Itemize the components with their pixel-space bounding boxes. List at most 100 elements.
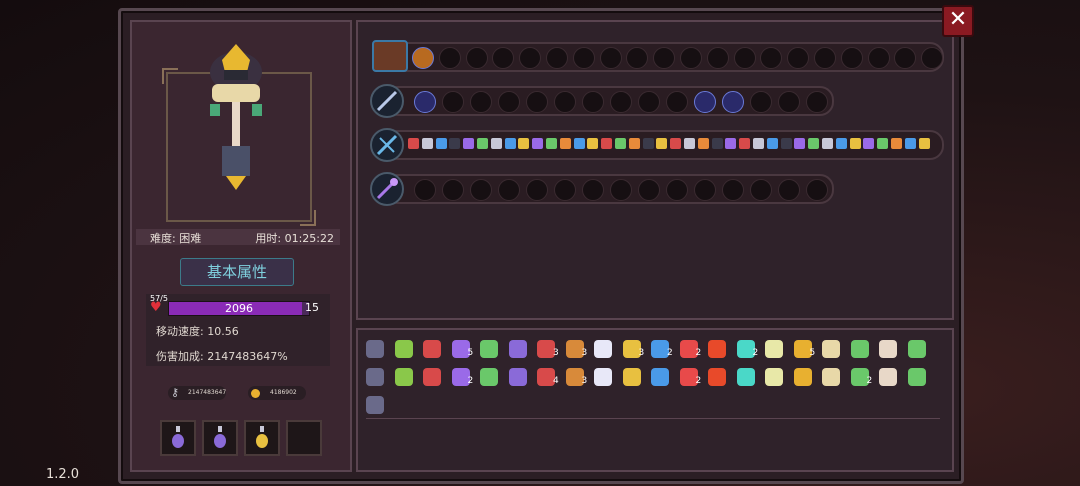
- upgrade-slot[interactable]: [554, 91, 576, 113]
- upgrade-slot[interactable]: [438, 47, 461, 69]
- upgrade-mini-icon[interactable]: [697, 138, 709, 149]
- item-icon[interactable]: [594, 340, 612, 358]
- upgrade-mini-icon[interactable]: [601, 138, 613, 149]
- upgrade-slot[interactable]: [778, 179, 800, 201]
- item-icon[interactable]: [907, 368, 926, 386]
- magic-staff-icon[interactable]: [370, 172, 404, 206]
- upgrade-slot[interactable]: [638, 91, 660, 113]
- upgrade-mini-icon[interactable]: [490, 138, 502, 149]
- item-icon[interactable]: [366, 340, 384, 358]
- item-icon[interactable]: [765, 368, 783, 386]
- upgrade-slot[interactable]: [750, 91, 772, 113]
- potion-slot-2[interactable]: [202, 420, 238, 456]
- upgrade-mini-icon[interactable]: [573, 138, 585, 149]
- upgrade-mini-icon[interactable]: [808, 138, 820, 149]
- upgrade-slot[interactable]: [492, 47, 515, 69]
- upgrade-slot[interactable]: [778, 91, 800, 113]
- potion-slot-3[interactable]: [244, 420, 280, 456]
- item-icon[interactable]: [651, 368, 669, 386]
- crossbow-icon[interactable]: [370, 128, 404, 162]
- upgrade-slot[interactable]: [599, 47, 622, 69]
- upgrade-slot[interactable]: [572, 47, 595, 69]
- upgrade-slot[interactable]: [694, 91, 716, 113]
- upgrade-mini-icon[interactable]: [849, 138, 861, 149]
- upgrade-mini-icon[interactable]: [725, 138, 737, 149]
- upgrade-mini-icon[interactable]: [918, 138, 930, 149]
- item-icon[interactable]: [366, 396, 384, 414]
- item-icon[interactable]: [765, 340, 783, 358]
- upgrade-slot[interactable]: [442, 91, 464, 113]
- upgrade-mini-icon[interactable]: [546, 138, 557, 149]
- item-icon[interactable]: [423, 340, 441, 358]
- upgrade-mini-icon[interactable]: [518, 138, 530, 149]
- upgrade-mini-icon[interactable]: [477, 138, 488, 149]
- upgrade-mini-icon[interactable]: [463, 138, 475, 149]
- upgrade-mini-icon[interactable]: [408, 138, 419, 149]
- item-icon[interactable]: [850, 340, 869, 358]
- upgrade-slot[interactable]: [626, 47, 649, 69]
- upgrade-slot[interactable]: [414, 179, 436, 201]
- upgrade-slot[interactable]: [638, 179, 660, 201]
- item-icon[interactable]: [822, 368, 840, 386]
- close-button[interactable]: ✕: [942, 5, 974, 37]
- upgrade-slot[interactable]: [806, 179, 828, 201]
- upgrade-mini-icon[interactable]: [670, 138, 682, 149]
- upgrade-mini-icon[interactable]: [739, 138, 751, 149]
- upgrade-mini-icon[interactable]: [532, 138, 544, 149]
- upgrade-slot[interactable]: [867, 47, 890, 69]
- upgrade-slot[interactable]: [806, 91, 828, 113]
- item-icon[interactable]: [879, 368, 897, 386]
- upgrade-slot[interactable]: [653, 47, 676, 69]
- upgrade-mini-icon[interactable]: [753, 138, 764, 149]
- upgrade-slot[interactable]: [582, 179, 604, 201]
- basic-attributes-button[interactable]: 基本属性: [180, 258, 294, 286]
- upgrade-slot[interactable]: [787, 47, 810, 69]
- upgrade-slot[interactable]: [442, 179, 464, 201]
- upgrade-slot[interactable]: [750, 179, 772, 201]
- item-icon[interactable]: [708, 368, 726, 386]
- upgrade-slot[interactable]: [554, 179, 576, 201]
- upgrade-slot[interactable]: [814, 47, 836, 69]
- potion-slot-4-empty[interactable]: [286, 420, 322, 456]
- treasure-chest-icon[interactable]: [372, 40, 408, 72]
- upgrade-slot[interactable]: [526, 91, 548, 113]
- upgrade-mini-icon[interactable]: [766, 138, 778, 149]
- upgrade-slot[interactable]: [666, 91, 688, 113]
- upgrade-mini-icon[interactable]: [656, 138, 668, 149]
- upgrade-slot[interactable]: [526, 179, 548, 201]
- upgrade-mini-icon[interactable]: [863, 138, 875, 149]
- upgrade-mini-icon[interactable]: [835, 138, 847, 149]
- upgrade-slot[interactable]: [465, 47, 488, 69]
- upgrade-mini-icon[interactable]: [642, 138, 654, 149]
- item-icon[interactable]: [879, 340, 897, 358]
- upgrade-mini-icon[interactable]: [904, 138, 916, 149]
- upgrade-mini-icon[interactable]: [615, 138, 626, 149]
- item-icon[interactable]: [822, 340, 840, 358]
- potion-slot-1[interactable]: [160, 420, 196, 456]
- upgrade-mini-icon[interactable]: [628, 138, 640, 149]
- upgrade-slot[interactable]: [610, 179, 632, 201]
- upgrade-mini-icon[interactable]: [822, 138, 833, 149]
- item-icon[interactable]: [793, 368, 812, 386]
- upgrade-slot[interactable]: [582, 91, 604, 113]
- upgrade-mini-icon[interactable]: [587, 138, 599, 149]
- item-icon[interactable]: [366, 368, 384, 386]
- item-icon[interactable]: [708, 340, 726, 358]
- upgrade-slot[interactable]: [470, 91, 492, 113]
- item-icon[interactable]: [594, 368, 612, 386]
- upgrade-slot[interactable]: [498, 179, 520, 201]
- upgrade-mini-icon[interactable]: [684, 138, 695, 149]
- item-icon[interactable]: [423, 368, 441, 386]
- upgrade-slot[interactable]: [610, 91, 632, 113]
- upgrade-slot[interactable]: [414, 91, 436, 113]
- item-icon[interactable]: [736, 368, 755, 386]
- upgrade-slot[interactable]: [519, 47, 542, 69]
- upgrade-mini-icon[interactable]: [711, 138, 723, 149]
- item-icon[interactable]: [394, 368, 413, 386]
- upgrade-slot[interactable]: [412, 47, 434, 69]
- spear-icon[interactable]: [370, 84, 404, 118]
- upgrade-mini-icon[interactable]: [504, 138, 516, 149]
- upgrade-slot[interactable]: [760, 47, 783, 69]
- upgrade-slot[interactable]: [706, 47, 729, 69]
- upgrade-slot[interactable]: [840, 47, 863, 69]
